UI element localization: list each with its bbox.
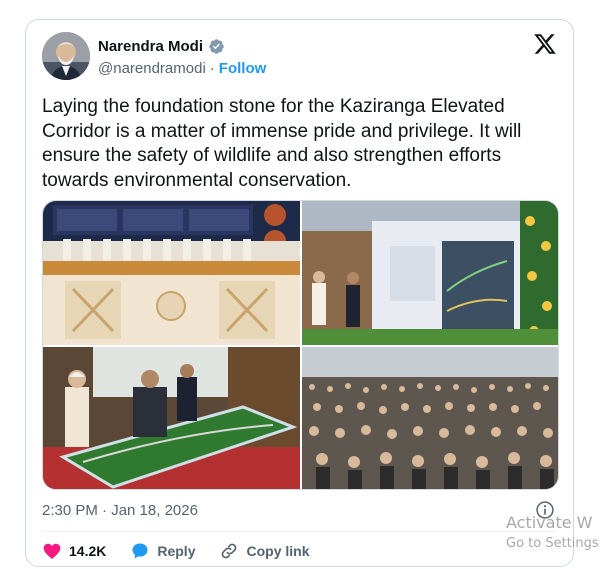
verified-badge-icon bbox=[208, 38, 225, 55]
tweet-header: Narendra Modi @narendramodi · Follow bbox=[42, 32, 557, 84]
follow-button[interactable]: Follow bbox=[219, 60, 267, 77]
tweet-timestamp[interactable]: 2:30 PM · Jan 18, 2026 bbox=[42, 502, 198, 519]
x-logo-icon[interactable] bbox=[533, 32, 557, 56]
media-grid bbox=[42, 200, 559, 490]
watermark-line1: Activate W bbox=[506, 513, 593, 532]
activate-windows-watermark: Activate W Go to Settings bbox=[506, 513, 599, 551]
action-bar: 14.2K Reply Copy link bbox=[42, 540, 334, 562]
handle-separator: · bbox=[209, 60, 215, 77]
link-icon bbox=[222, 543, 237, 559]
reply-button[interactable]: Reply bbox=[130, 541, 195, 561]
author-handle[interactable]: @narendramodi bbox=[98, 60, 206, 77]
corridor-model-photo[interactable] bbox=[43, 347, 300, 489]
reply-label: Reply bbox=[157, 543, 196, 559]
watermark-line2: Go to Settings bbox=[506, 536, 599, 551]
like-count: 14.2K bbox=[69, 543, 107, 559]
like-button[interactable]: 14.2K bbox=[42, 541, 106, 561]
reply-bubble-icon bbox=[132, 543, 148, 559]
stage-ceremony-photo[interactable] bbox=[43, 201, 300, 345]
exhibition-map-photo[interactable] bbox=[302, 201, 558, 345]
heart-icon bbox=[43, 543, 61, 559]
copy-link-button[interactable]: Copy link bbox=[219, 541, 310, 561]
avatar[interactable] bbox=[42, 32, 90, 80]
copy-link-label: Copy link bbox=[246, 543, 310, 559]
tweet-card: Narendra Modi @narendramodi · Follow Lay… bbox=[25, 19, 574, 567]
divider bbox=[42, 531, 557, 532]
crowd-photo[interactable] bbox=[302, 347, 558, 489]
author-name[interactable]: Narendra Modi bbox=[98, 38, 203, 55]
tweet-text: Laying the foundation stone for the Kazi… bbox=[42, 96, 522, 191]
